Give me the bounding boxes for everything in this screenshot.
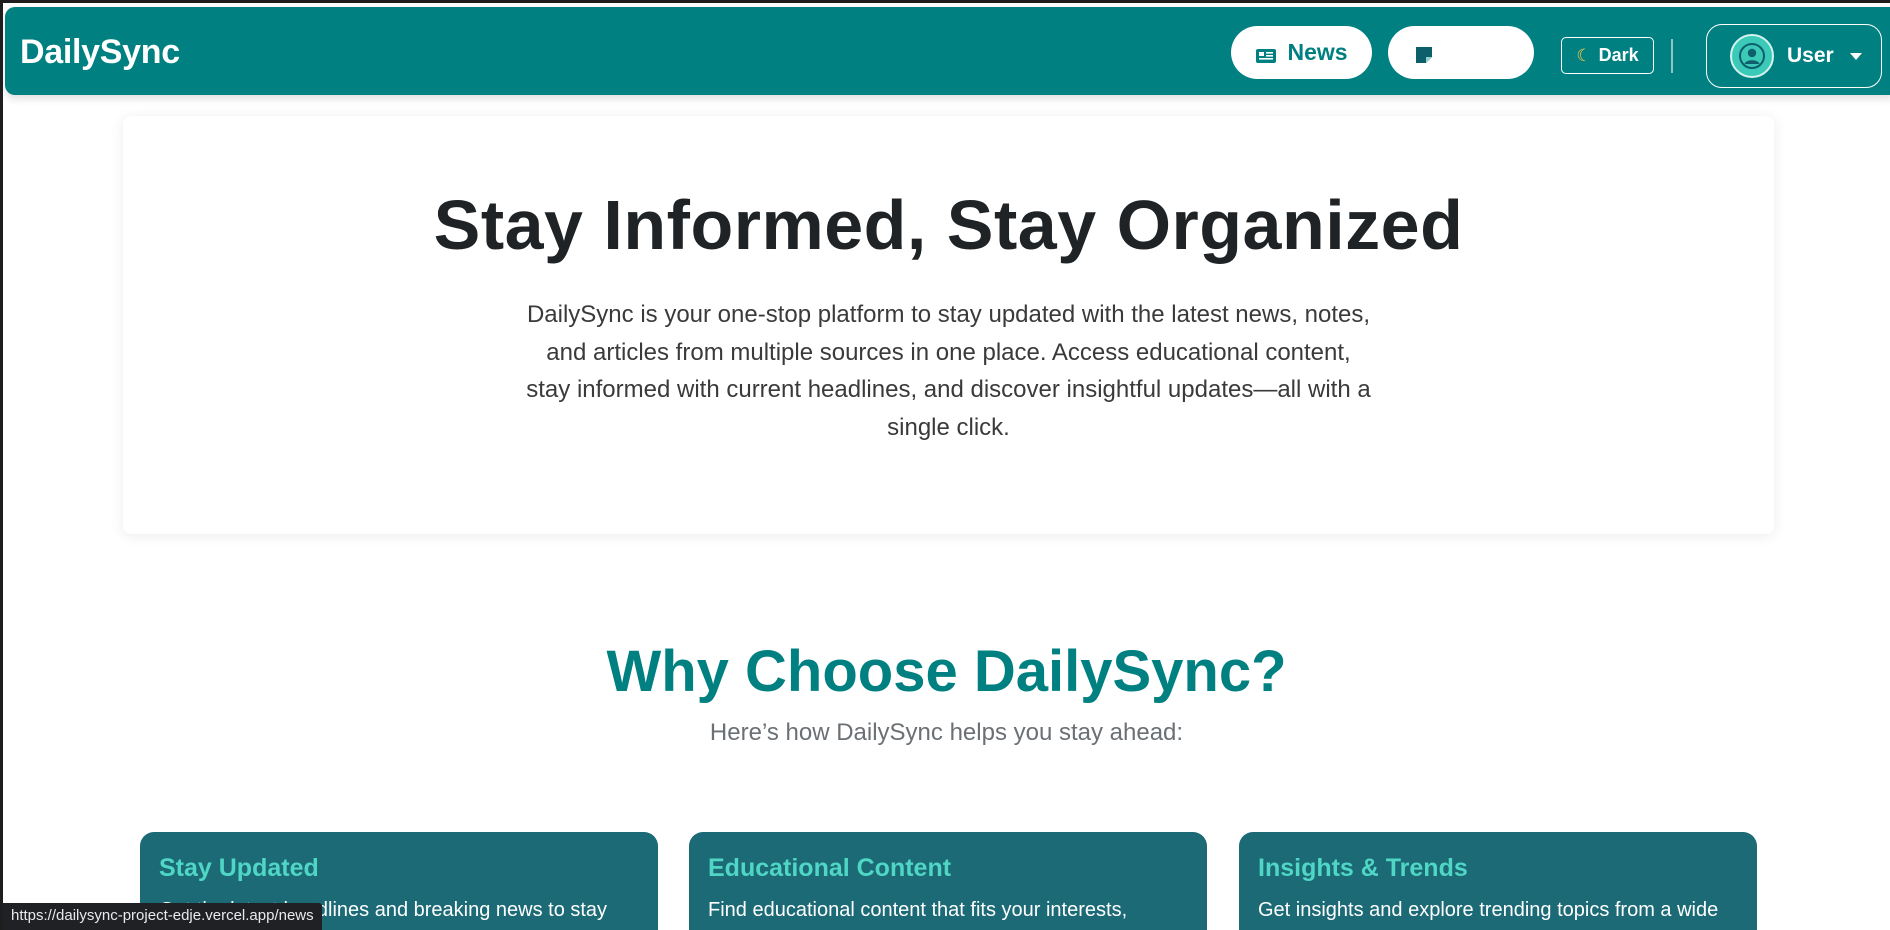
note-icon xyxy=(1414,44,1436,63)
feature-card-title: Educational Content xyxy=(708,854,952,882)
moon-icon: ☾ xyxy=(1576,45,1592,65)
hero-title: Stay Informed, Stay Organized xyxy=(433,186,1464,264)
link-preview-status-bar: https://dailysync-project-edje.vercel.ap… xyxy=(3,903,322,930)
brand-logo[interactable]: DailySync xyxy=(20,33,180,72)
newspaper-icon xyxy=(1255,44,1277,63)
hero-section: Stay Informed, Stay Organized DailySync … xyxy=(123,116,1774,534)
news-nav-label: News xyxy=(1287,39,1348,65)
feature-card-text: Get insights and explore trending topics… xyxy=(1258,899,1719,921)
user-menu-label: User xyxy=(1787,44,1834,67)
feature-card-title: Insights & Trends xyxy=(1258,854,1468,882)
news-nav-button[interactable]: News xyxy=(1231,26,1372,79)
user-menu-button[interactable]: User xyxy=(1706,24,1882,88)
why-choose-title: Why Choose DailySync? xyxy=(606,639,1287,704)
dark-mode-label: Dark xyxy=(1598,45,1639,65)
dark-mode-toggle[interactable]: ☾ Dark xyxy=(1561,37,1654,74)
feature-card-insights-trends: Insights & Trends Get insights and explo… xyxy=(1239,832,1757,930)
page-viewport: DailySync News ☾ Dark User Stay Informed… xyxy=(3,3,1890,930)
notes-nav-button[interactable] xyxy=(1388,26,1534,79)
user-avatar-icon xyxy=(1730,34,1774,78)
navbar-divider xyxy=(1671,39,1673,73)
top-navbar: DailySync News ☾ Dark User xyxy=(5,7,1890,95)
feature-card-educational-content: Educational Content Find educational con… xyxy=(689,832,1207,930)
why-choose-subtitle: Here’s how DailySync helps you stay ahea… xyxy=(709,719,1184,746)
hero-description: DailySync is your one-stop platform to s… xyxy=(526,301,1371,441)
feature-card-text: Find educational content that fits your … xyxy=(708,899,1128,921)
chevron-down-icon xyxy=(1849,52,1862,60)
feature-card-title: Stay Updated xyxy=(159,854,319,882)
